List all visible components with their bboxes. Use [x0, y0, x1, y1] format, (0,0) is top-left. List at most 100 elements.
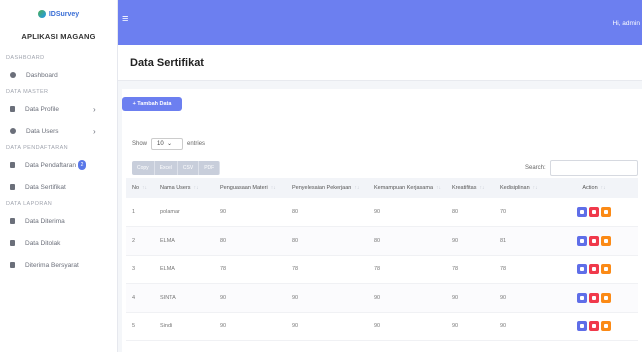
delete-button[interactable]: [589, 207, 599, 217]
entries-label: entries: [187, 141, 206, 147]
search-label: Search:: [525, 165, 546, 171]
table-cell: 90: [220, 209, 227, 215]
edit-icon: [580, 324, 584, 329]
edit-button[interactable]: [577, 235, 587, 246]
export-buttons: Copy Excel CSV PDF: [132, 161, 221, 175]
section-data-laporan: DATA LAPORAN: [6, 201, 53, 207]
edit-button[interactable]: [577, 207, 587, 217]
users-icon: [10, 128, 16, 134]
table-cell: 80: [292, 237, 299, 244]
file-icon: [10, 218, 15, 224]
brand-logo[interactable]: IDSurvey: [37, 10, 80, 18]
sidebar-item-data-diterima[interactable]: Data Diterima: [0, 210, 117, 232]
sidebar-item-diterima-bersyarat[interactable]: Diterima Bersyarat: [0, 254, 117, 276]
col-header-kemampuan[interactable]: Kemampuan Kerjasama ↑↓: [368, 178, 446, 198]
menu-icon[interactable]: ≡: [122, 13, 128, 25]
table-cell: 78: [452, 266, 459, 273]
table-cell: 80: [220, 237, 227, 244]
content-card: + Tambah Data Show 10 ⌄ entries Copy Exc…: [122, 89, 642, 352]
table-row: 4 SINTA 90 90 90 90 90: [126, 283, 638, 312]
table-cell: ELMA: [160, 266, 175, 273]
print-button[interactable]: [601, 264, 611, 275]
printer-icon: [604, 238, 608, 243]
table-cell: 90: [500, 323, 507, 330]
table-cell: 90: [374, 294, 381, 301]
trash-icon: [592, 267, 596, 272]
delete-button[interactable]: [589, 292, 599, 303]
chevron-right-icon: ›: [93, 126, 96, 136]
col-header-kreatifitas[interactable]: Kreatifitas ↑↓: [446, 178, 494, 198]
section-data-pendaftaran: DATA PENDAFTARAN: [6, 145, 69, 151]
sidebar-item-label: Diterima Bersyarat: [25, 261, 79, 269]
trash-icon: [592, 295, 596, 300]
file-icon: [10, 262, 15, 268]
table-cell: Sindi: [160, 323, 173, 330]
print-button[interactable]: [601, 207, 611, 217]
sidebar-item-label: Data Users: [26, 127, 59, 135]
trash-icon: [592, 210, 596, 214]
entries-select[interactable]: 10 ⌄: [151, 138, 184, 150]
logo-text: IDSurvey: [48, 10, 80, 18]
col-header-action[interactable]: Action ↑↓: [550, 178, 638, 198]
table-cell: 80: [292, 209, 299, 215]
sidebar-item-data-pendaftaran[interactable]: Data Pendaftaran 2: [0, 154, 117, 176]
table-cell: 78: [292, 266, 299, 273]
csv-button[interactable]: CSV: [177, 161, 200, 175]
app-name: APLIKASI MAGANG: [21, 32, 96, 41]
table-row: 3 ELMA 78 78 78 78 78: [126, 255, 638, 284]
search-input[interactable]: [549, 160, 638, 176]
print-button[interactable]: [601, 321, 611, 332]
delete-button[interactable]: [589, 264, 599, 275]
add-data-button[interactable]: + Tambah Data: [122, 97, 182, 111]
trash-icon: [592, 324, 596, 329]
sidebar-item-label: Data Diterima: [25, 217, 65, 225]
table-cell: 90: [374, 209, 381, 215]
sidebar-item-data-ditolak[interactable]: Data Ditolak: [0, 232, 117, 254]
delete-button[interactable]: [589, 321, 599, 332]
table-cell: 78: [374, 266, 381, 273]
delete-button[interactable]: [589, 235, 599, 246]
col-header-penguasaan[interactable]: Penguasaan Materi ↑↓: [214, 178, 286, 198]
file-icon: [10, 162, 15, 168]
sidebar-item-dashboard[interactable]: Dashboard: [0, 64, 117, 86]
search-control: Search:: [525, 160, 638, 176]
col-header-penyelesaian[interactable]: Penyelesaian Pekerjaan ↑↓: [286, 178, 368, 198]
table-cell: 80: [452, 209, 459, 215]
table-cell: 70: [500, 209, 507, 215]
edit-button[interactable]: [577, 264, 587, 275]
table-cell: 90: [452, 294, 459, 301]
sidebar-item-label: Data Sertifikat: [25, 183, 66, 191]
copy-button[interactable]: Copy: [132, 161, 155, 175]
action-cell: [550, 312, 638, 341]
entries-value: 10: [157, 141, 164, 147]
pdf-button[interactable]: PDF: [199, 161, 221, 175]
edit-button[interactable]: [577, 292, 587, 303]
printer-icon: [604, 267, 608, 272]
sidebar-item-data-users[interactable]: Data Users ›: [0, 120, 117, 142]
excel-button[interactable]: Excel: [154, 161, 178, 175]
trash-icon: [592, 238, 596, 243]
table-cell: 5: [132, 323, 136, 330]
topbar: ≡ Hi, admin: [118, 0, 642, 45]
print-button[interactable]: [601, 292, 611, 303]
col-header-nama[interactable]: Nama Users ↑↓: [154, 178, 214, 198]
edit-icon: [580, 210, 584, 214]
action-cell: [550, 255, 638, 284]
chevron-right-icon: ›: [93, 104, 96, 114]
sidebar-item-data-sertifikat[interactable]: Data Sertifikat: [0, 176, 117, 198]
show-label: Show: [132, 141, 148, 147]
col-header-no[interactable]: No ↑↓: [126, 178, 154, 198]
print-button[interactable]: [601, 235, 611, 246]
file-icon: [10, 184, 15, 190]
user-menu[interactable]: Hi, admin: [613, 20, 640, 27]
data-table: No ↑↓ Nama Users ↑↓ Penguasaan Materi ↑↓ Pe…: [126, 178, 638, 341]
sidebar-item-data-profile[interactable]: Data Profile ›: [0, 98, 117, 120]
edit-button[interactable]: [577, 321, 587, 332]
table-row: 2 ELMA 80 80 80 90 81: [126, 226, 638, 255]
table-cell: 90: [374, 323, 381, 330]
table-cell: 90: [452, 323, 459, 330]
sidebar-item-label: Data Profile: [25, 105, 59, 113]
col-header-kedisiplinan[interactable]: Kedisiplinan ↑↓: [494, 178, 550, 198]
sidebar-item-label: Data Pendaftaran: [25, 161, 76, 169]
logo-icon: [37, 10, 46, 18]
